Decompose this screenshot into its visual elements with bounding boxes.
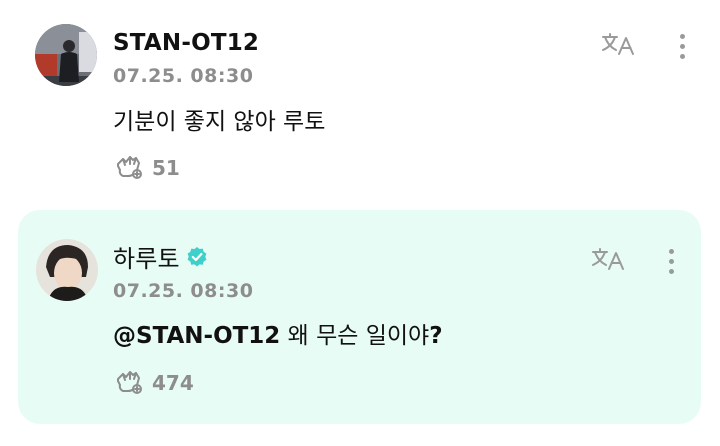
avatar[interactable] <box>35 24 97 86</box>
comment-item: STAN-OT12 07.25. 08:30 기분이 좋지 않아 루토 51 <box>0 0 720 200</box>
avatar[interactable] <box>36 239 98 301</box>
reply-message: 왜 무슨 일이야 <box>280 323 430 349</box>
username-text: 하루토 <box>113 245 180 273</box>
more-options-button[interactable] <box>661 243 681 279</box>
mention-link[interactable]: @STAN-OT12 <box>113 323 280 349</box>
reaction-count: 474 <box>152 371 194 395</box>
verified-badge-icon <box>186 246 208 268</box>
translate-icon <box>590 245 626 277</box>
more-vertical-icon <box>668 248 674 254</box>
reaction-button[interactable]: 51 <box>114 152 180 184</box>
username[interactable]: STAN-OT12 <box>113 30 259 56</box>
translate-button[interactable] <box>598 28 638 64</box>
reaction-count: 51 <box>152 156 180 180</box>
timestamp: 07.25. 08:30 <box>113 65 254 87</box>
reply-text: @STAN-OT12 왜 무슨 일이야? <box>113 316 443 350</box>
username[interactable]: 하루토 <box>113 239 208 274</box>
translate-icon <box>600 30 636 62</box>
comment-text: 기분이 좋지 않아 루토 <box>113 109 326 135</box>
reply-message-end: ? <box>429 323 443 349</box>
reaction-hand-icon <box>114 367 144 399</box>
timestamp: 07.25. 08:30 <box>113 280 254 302</box>
more-options-button[interactable] <box>672 28 692 64</box>
more-vertical-icon <box>679 33 685 39</box>
reply-item: 하루토 07.25. 08:30 @STAN-OT12 왜 무슨 일이야? 47… <box>18 210 701 424</box>
reaction-hand-icon <box>114 152 144 184</box>
translate-button[interactable] <box>588 243 628 279</box>
reaction-button[interactable]: 474 <box>114 367 194 399</box>
